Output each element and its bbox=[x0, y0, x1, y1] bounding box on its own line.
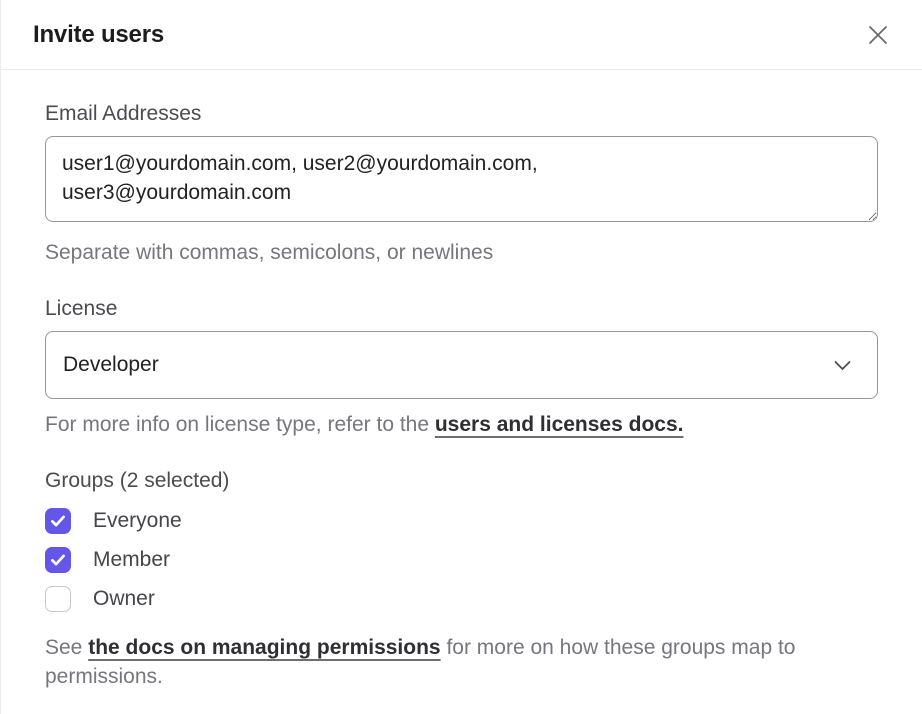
group-option-owner[interactable]: Owner bbox=[45, 586, 878, 612]
group-option-member[interactable]: Member bbox=[45, 547, 878, 573]
groups-label: Groups (2 selected) bbox=[45, 469, 878, 493]
email-addresses-label: Email Addresses bbox=[45, 102, 878, 126]
chevron-down-icon bbox=[834, 360, 851, 371]
close-button[interactable] bbox=[862, 19, 894, 51]
group-checkbox-member[interactable] bbox=[45, 547, 71, 573]
page-title: Invite users bbox=[33, 21, 164, 49]
license-helper-prefix: For more info on license type, refer to … bbox=[45, 413, 435, 436]
email-helper-text: Separate with commas, semicolons, or new… bbox=[45, 238, 878, 267]
group-option-everyone[interactable]: Everyone bbox=[45, 508, 878, 534]
group-checkbox-owner[interactable] bbox=[45, 586, 71, 612]
group-label-owner[interactable]: Owner bbox=[93, 587, 155, 611]
close-icon bbox=[866, 23, 890, 47]
license-selected-value: Developer bbox=[63, 353, 159, 377]
modal-body: Email Addresses user1@yourdomain.com, us… bbox=[1, 70, 922, 691]
license-section: License Developer For more info on licen… bbox=[45, 297, 878, 439]
license-select[interactable]: Developer bbox=[45, 331, 878, 399]
groups-helper-prefix: See bbox=[45, 636, 88, 659]
groups-helper-text: See the docs on managing permissions for… bbox=[45, 633, 823, 691]
groups-section: Groups (2 selected) Everyone Member bbox=[45, 469, 878, 691]
license-label: License bbox=[45, 297, 878, 321]
email-section: Email Addresses user1@yourdomain.com, us… bbox=[45, 102, 878, 267]
license-helper-text: For more info on license type, refer to … bbox=[45, 410, 878, 439]
email-addresses-input[interactable]: user1@yourdomain.com, user2@yourdomain.c… bbox=[45, 136, 878, 222]
managing-permissions-docs-link[interactable]: the docs on managing permissions bbox=[88, 636, 440, 659]
group-label-member[interactable]: Member bbox=[93, 548, 170, 572]
modal-header: Invite users bbox=[1, 0, 922, 70]
group-checkbox-everyone[interactable] bbox=[45, 508, 71, 534]
group-label-everyone[interactable]: Everyone bbox=[93, 509, 182, 533]
users-licenses-docs-link[interactable]: users and licenses docs. bbox=[435, 413, 684, 436]
